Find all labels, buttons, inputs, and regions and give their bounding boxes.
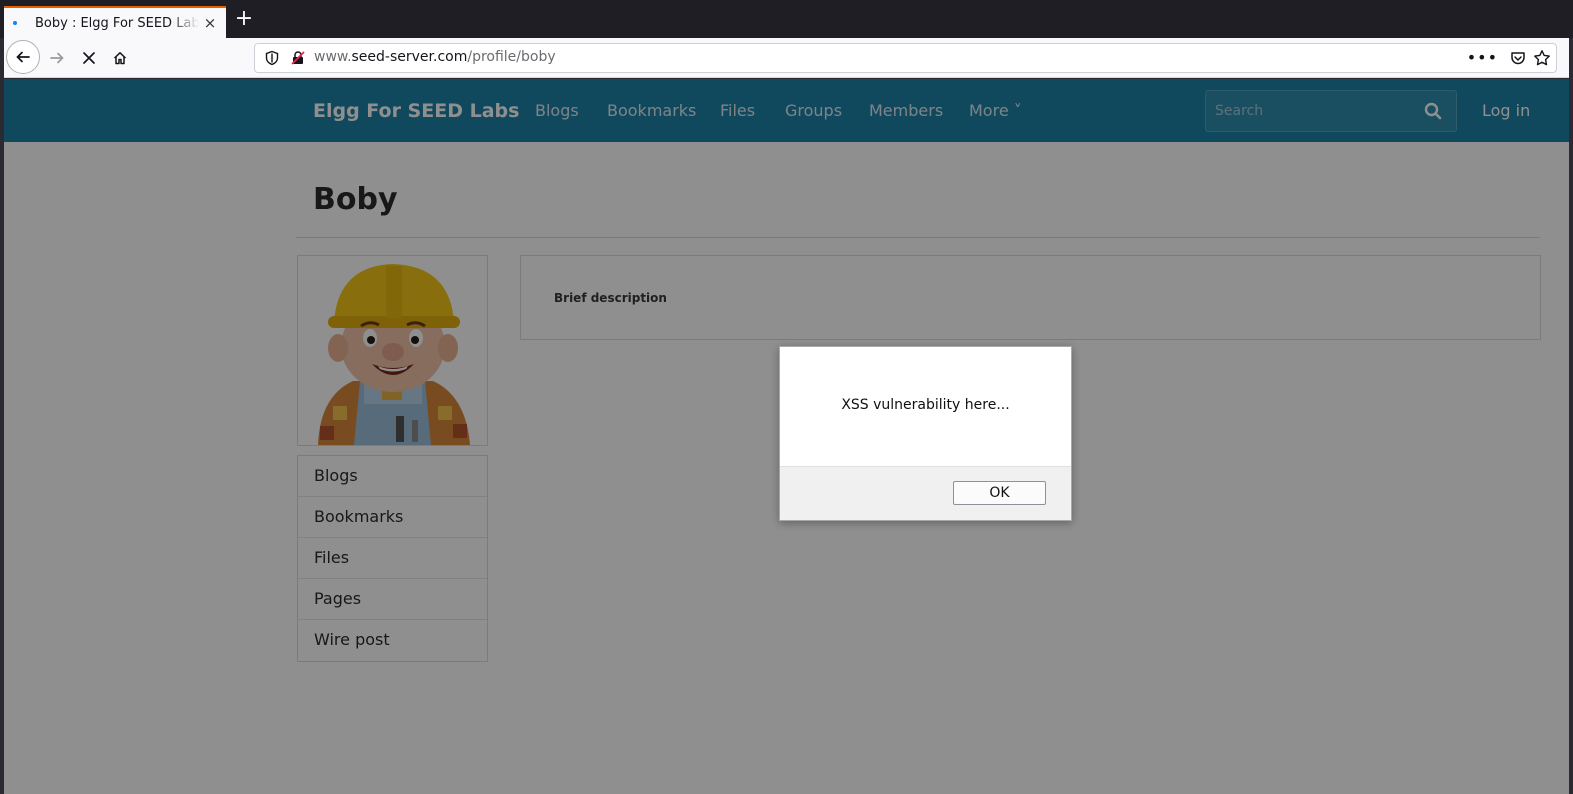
forward-button[interactable] bbox=[41, 42, 73, 74]
insecure-lock-icon bbox=[291, 51, 305, 65]
stop-loading-button[interactable] bbox=[73, 42, 105, 74]
navigation-toolbar: www.seed-server.com/profile/boby ••• bbox=[4, 38, 1569, 78]
browser-tab[interactable]: Boby : Elgg For SEED Labs × bbox=[4, 6, 226, 38]
address-bar[interactable]: www.seed-server.com/profile/boby ••• bbox=[254, 43, 1557, 73]
bookmark-star-icon[interactable] bbox=[1533, 49, 1551, 67]
back-arrow-icon bbox=[16, 51, 30, 63]
ok-button[interactable]: OK bbox=[953, 481, 1046, 505]
alert-footer: OK bbox=[780, 466, 1071, 520]
window-edge bbox=[1569, 38, 1573, 794]
home-icon bbox=[113, 52, 127, 65]
tracking-shield-icon bbox=[265, 50, 279, 66]
tab-close-icon[interactable]: × bbox=[202, 14, 218, 32]
home-button[interactable] bbox=[104, 42, 136, 74]
tab-title: Boby : Elgg For SEED Labs bbox=[35, 15, 199, 31]
page-actions-more-icon[interactable]: ••• bbox=[1467, 48, 1498, 67]
alert-dialog: XSS vulnerability here... OK bbox=[779, 346, 1072, 521]
forward-arrow-icon bbox=[50, 52, 64, 64]
new-tab-button[interactable]: + bbox=[234, 8, 254, 30]
loading-indicator-icon bbox=[13, 21, 17, 25]
alert-message: XSS vulnerability here... bbox=[841, 397, 1010, 413]
stop-icon bbox=[83, 52, 95, 64]
url-text[interactable]: www.seed-server.com/profile/boby bbox=[314, 49, 556, 65]
tab-strip: Boby : Elgg For SEED Labs × + bbox=[0, 0, 1573, 38]
pocket-icon[interactable] bbox=[1510, 50, 1526, 66]
back-button[interactable] bbox=[6, 40, 40, 74]
